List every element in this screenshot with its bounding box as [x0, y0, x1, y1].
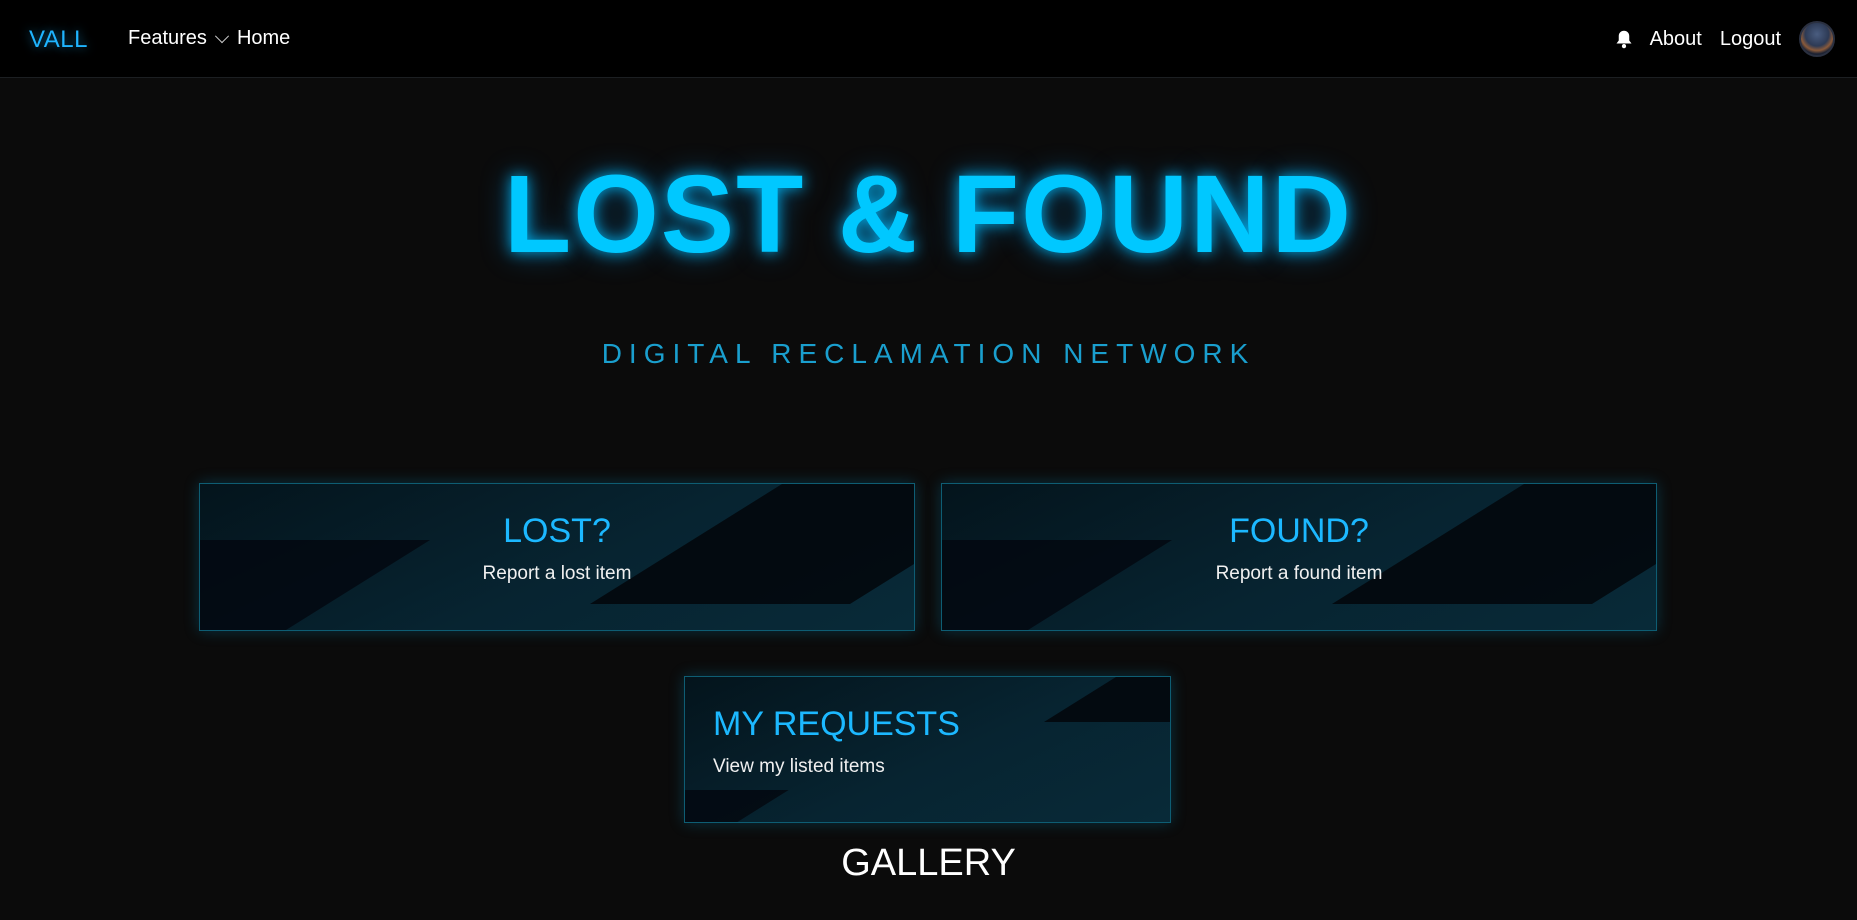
nav-home[interactable]: Home	[237, 27, 290, 50]
nav-about[interactable]: About	[1650, 28, 1702, 51]
found-card-title: FOUND?	[1229, 512, 1369, 550]
bell-icon[interactable]	[1615, 29, 1633, 49]
card-decoration	[942, 540, 1173, 630]
avatar[interactable]	[1799, 21, 1835, 57]
lost-card-button[interactable]: LOST? Report a lost item	[199, 483, 915, 631]
found-card-button[interactable]: FOUND? Report a found item	[941, 483, 1657, 631]
brand-logo[interactable]: VALL	[29, 26, 88, 54]
top-navbar: VALL Features Home About Logout	[0, 0, 1857, 78]
my-requests-card-button[interactable]: MY REQUESTS View my listed items	[684, 676, 1171, 823]
my-requests-card-title: MY REQUESTS	[713, 705, 960, 743]
nav-right: About Logout	[1615, 20, 1835, 58]
nav-logout[interactable]: Logout	[1720, 28, 1781, 51]
lost-card-title: LOST?	[503, 512, 611, 550]
nav-left: Features Home	[128, 27, 290, 50]
card-decoration	[200, 540, 431, 630]
found-card-description: Report a found item	[1215, 563, 1383, 584]
page-subtitle: DIGITAL RECLAMATION NETWORK	[601, 338, 1256, 369]
my-requests-card-description: View my listed items	[713, 756, 885, 777]
lost-card-description: Report a lost item	[482, 563, 632, 584]
nav-features[interactable]: Features	[128, 27, 207, 50]
page-title: LOST & FOUND	[504, 153, 1353, 276]
gallery-heading: GALLERY	[841, 842, 1016, 884]
card-decoration	[685, 790, 789, 822]
chevron-down-icon[interactable]	[214, 28, 230, 43]
